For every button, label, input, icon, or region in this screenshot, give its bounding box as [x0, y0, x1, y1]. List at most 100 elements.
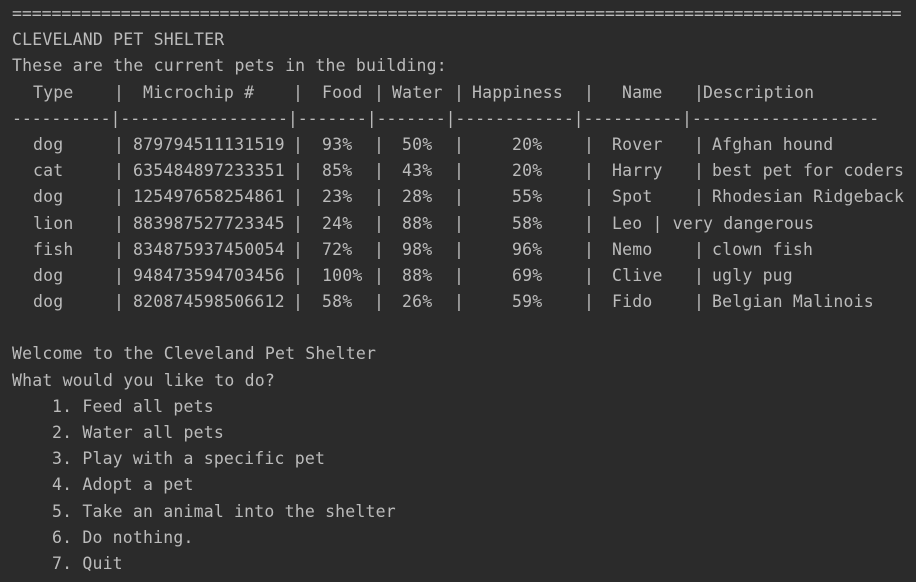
- cell-type: dog: [33, 292, 64, 312]
- header-water: Water: [392, 82, 443, 102]
- column-separator: |: [293, 134, 304, 154]
- cell-microchip: 834875937450054: [133, 239, 285, 259]
- column-separator: |: [374, 265, 385, 285]
- column-separator: |: [293, 187, 304, 207]
- cell-microchip: 883987527723345: [133, 213, 285, 233]
- pet-table: dog | 879794511131519 | 93% | 50% | 20% | Rover | Af…: [0, 132, 916, 315]
- cell-microchip: 948473594703456: [133, 265, 285, 285]
- cell-water: 88%: [402, 213, 433, 233]
- column-separator: |: [114, 292, 125, 312]
- cell-food: 100%: [322, 265, 363, 285]
- cell-happiness: 55%: [512, 187, 543, 207]
- intro-text: These are the current pets in the buildi…: [12, 56, 447, 76]
- column-separator: |: [454, 265, 465, 285]
- shelter-title: CLEVELAND PET SHELTER: [0, 27, 916, 53]
- cell-name: Rover: [612, 134, 663, 154]
- cell-microchip: 125497658254861: [133, 187, 285, 207]
- column-separator: |: [694, 265, 705, 285]
- column-separator: |: [374, 239, 385, 259]
- cell-name: Leo | very dangerous: [612, 213, 815, 233]
- column-separator: |: [114, 134, 125, 154]
- column-separator: |: [694, 161, 705, 181]
- column-separator: |: [454, 134, 465, 154]
- header-pipe: |: [454, 82, 465, 102]
- cell-name: Spot: [612, 187, 653, 207]
- header-type: Type: [33, 82, 74, 102]
- cell-type: fish: [33, 239, 74, 259]
- dash-rule-line: ----------|-----------------|-------|---…: [0, 106, 916, 132]
- column-separator: |: [114, 213, 125, 233]
- column-separator: |: [694, 239, 705, 259]
- column-separator: |: [374, 187, 385, 207]
- column-separator: |: [374, 161, 385, 181]
- welcome-line: Welcome to the Cleveland Pet Shelter: [0, 341, 916, 367]
- column-separator: |: [114, 239, 125, 259]
- header-pipe: |: [114, 82, 125, 102]
- separator-text: ========================================…: [12, 4, 902, 23]
- column-separator: |: [293, 292, 304, 312]
- menu-option-adopt: 4. Adopt a pet: [0, 472, 916, 498]
- cell-type: dog: [33, 134, 64, 154]
- prompt-text: What would you like to do?: [12, 370, 275, 390]
- cell-description: Belgian Malinois: [712, 292, 874, 312]
- menu-option-quit: 7. Quit: [0, 551, 916, 577]
- column-separator: |: [694, 134, 705, 154]
- column-separator: |: [454, 292, 465, 312]
- menu-option-intake: 5. Take an animal into the shelter: [0, 499, 916, 525]
- header-description: Description: [703, 82, 815, 102]
- column-separator: |: [584, 292, 595, 312]
- column-separator: |: [584, 265, 595, 285]
- header-microchip: Microchip #: [143, 82, 255, 102]
- column-separator: |: [694, 187, 705, 207]
- column-separator: |: [454, 239, 465, 259]
- prompt-line: What would you like to do?: [0, 368, 916, 394]
- column-separator: |: [293, 239, 304, 259]
- cell-food: 72%: [322, 239, 353, 259]
- cell-type: dog: [33, 187, 64, 207]
- cell-description: Afghan hound: [712, 134, 834, 154]
- header-pipe: |: [374, 82, 385, 102]
- cell-microchip: 879794511131519: [133, 134, 285, 154]
- cell-water: 28%: [402, 187, 433, 207]
- column-separator: |: [374, 292, 385, 312]
- table-row: cat | 635484897233351 | 85% | 43% | 20% | Harry | be…: [0, 158, 916, 184]
- table-row: fish | 834875937450054 | 72% | 98% | 96% | Nemo | cl…: [0, 237, 916, 263]
- cell-name: Nemo: [612, 239, 653, 259]
- cell-description: Rhodesian Ridgeback: [712, 187, 905, 207]
- cell-food: 23%: [322, 187, 353, 207]
- cell-water: 43%: [402, 161, 433, 181]
- cell-type: lion: [33, 213, 74, 233]
- cell-food: 85%: [322, 161, 353, 181]
- header-pipe: |: [293, 82, 304, 102]
- table-header: Type | Microchip # | Food | Water | Happ…: [0, 80, 916, 106]
- column-separator: |: [584, 134, 595, 154]
- menu-option-water: 2. Water all pets: [0, 420, 916, 446]
- menu-option-nothing: 6. Do nothing.: [0, 525, 916, 551]
- cell-name: Fido: [612, 292, 653, 312]
- cell-description: clown fish: [712, 239, 814, 259]
- cell-water: 98%: [402, 239, 433, 259]
- column-separator: |: [374, 213, 385, 233]
- cell-microchip: 820874598506612: [133, 292, 285, 312]
- terminal-console[interactable]: ========================================…: [0, 0, 916, 582]
- cell-happiness: 20%: [512, 161, 543, 181]
- table-row: dog | 948473594703456 | 100% | 88% | 69% | Clive | u…: [0, 263, 916, 289]
- cell-description: best pet for coders: [712, 161, 905, 181]
- table-row: dog | 879794511131519 | 93% | 50% | 20% | Rover | Af…: [0, 132, 916, 158]
- header-name: Name: [622, 82, 663, 102]
- header-happiness: Happiness: [472, 82, 564, 102]
- menu-option-text: 7. Quit: [52, 553, 123, 573]
- menu-option-text: 6. Do nothing.: [52, 527, 194, 547]
- header-pipe: |: [584, 82, 595, 102]
- column-separator: |: [694, 292, 705, 312]
- cell-description: ugly pug: [712, 265, 793, 285]
- column-separator: |: [114, 161, 125, 181]
- table-row: dog | 125497658254861 | 23% | 28% | 55% | Spot | Rho…: [0, 184, 916, 210]
- menu-option-feed: 1. Feed all pets: [0, 394, 916, 420]
- column-separator: |: [293, 265, 304, 285]
- column-separator: |: [114, 265, 125, 285]
- column-separator: |: [454, 213, 465, 233]
- cell-water: 50%: [402, 134, 433, 154]
- header-food: Food: [322, 82, 363, 102]
